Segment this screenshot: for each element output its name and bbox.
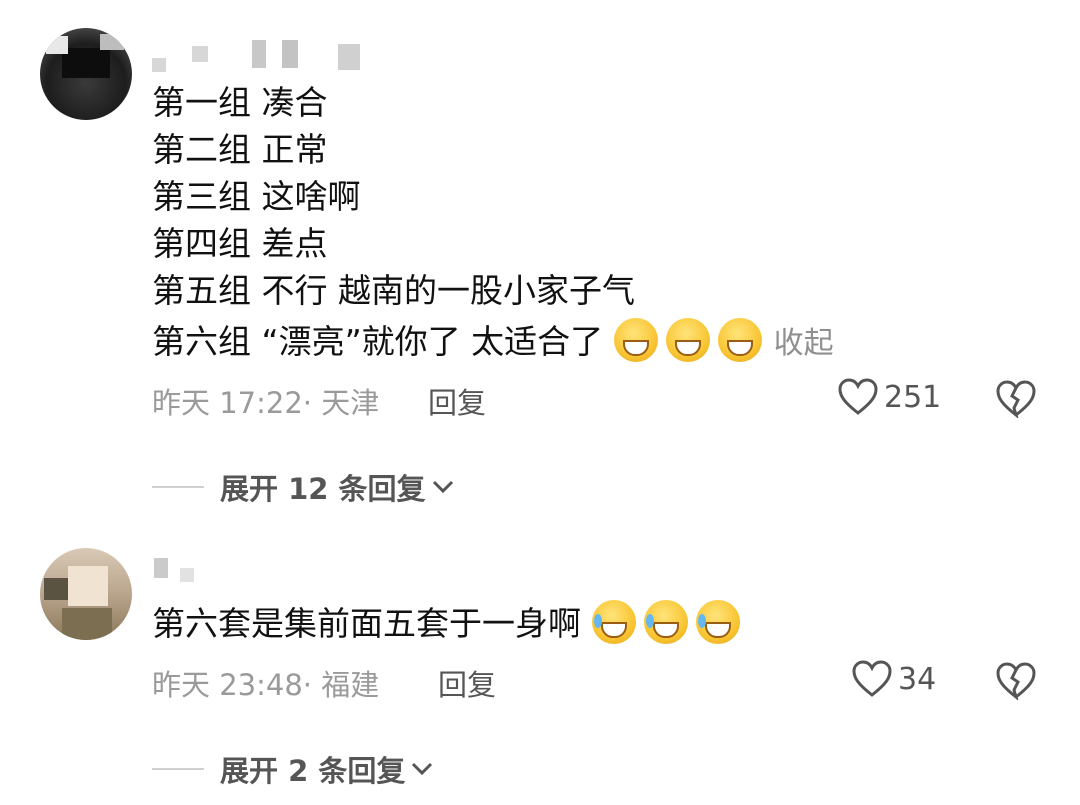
- divider: [152, 768, 204, 770]
- broken-heart-icon: [996, 380, 1036, 418]
- heart-icon: [852, 660, 892, 698]
- username-blurred[interactable]: [152, 40, 372, 74]
- divider: [152, 486, 204, 488]
- broken-heart-icon: [996, 662, 1036, 700]
- comment-text-line: 第四组 差点: [152, 224, 328, 263]
- like-count: 251: [884, 379, 942, 415]
- laugh-cry-emoji: [591, 600, 636, 644]
- chevron-down-icon: [411, 762, 433, 776]
- expand-replies-label: 展开 2 条回复: [220, 754, 406, 788]
- avatar[interactable]: [40, 548, 132, 640]
- grin-emoji: [613, 318, 658, 362]
- expand-replies-button[interactable]: 展开 12 条回复: [152, 466, 454, 508]
- heart-icon: [838, 378, 878, 416]
- like-button[interactable]: 251: [838, 378, 941, 416]
- comment-text-line: 第六套是集前面五套于一身啊: [152, 600, 748, 647]
- comment-meta: 昨天 17:22· 天津: [152, 386, 380, 420]
- comment-text: 第六组 “漂亮”就你了 太适合了: [152, 322, 604, 361]
- expand-replies-label: 展开 12 条回复: [220, 472, 426, 506]
- dislike-button[interactable]: [996, 662, 1036, 700]
- avatar[interactable]: [40, 28, 132, 120]
- expand-replies-button[interactable]: 展开 2 条回复: [152, 748, 433, 790]
- reply-button[interactable]: 回复: [428, 380, 486, 422]
- laugh-cry-emoji: [643, 600, 688, 644]
- reply-button[interactable]: 回复: [438, 662, 496, 704]
- comment-text-line: 第三组 这啥啊: [152, 177, 361, 216]
- grin-emoji: [717, 318, 762, 362]
- comment-text-line: 第五组 不行 越南的一股小家子气: [152, 271, 635, 310]
- like-count: 34: [898, 661, 937, 697]
- comment-meta: 昨天 23:48· 福建: [152, 668, 380, 702]
- laugh-cry-emoji: [695, 600, 740, 644]
- dislike-button[interactable]: [996, 380, 1036, 418]
- grin-emoji: [665, 318, 710, 362]
- chevron-down-icon: [432, 480, 454, 494]
- comment-text-line: 第二组 正常: [152, 130, 328, 169]
- comment-text-line: 第一组 凑合: [152, 83, 328, 122]
- comment-text-line-last: 第六组 “漂亮”就你了 太适合了 收起: [152, 318, 834, 367]
- like-button[interactable]: 34: [852, 660, 936, 698]
- username-blurred[interactable]: [152, 556, 212, 590]
- comment-text: 第六套是集前面五套于一身啊: [152, 604, 581, 643]
- collapse-button[interactable]: 收起: [774, 326, 834, 361]
